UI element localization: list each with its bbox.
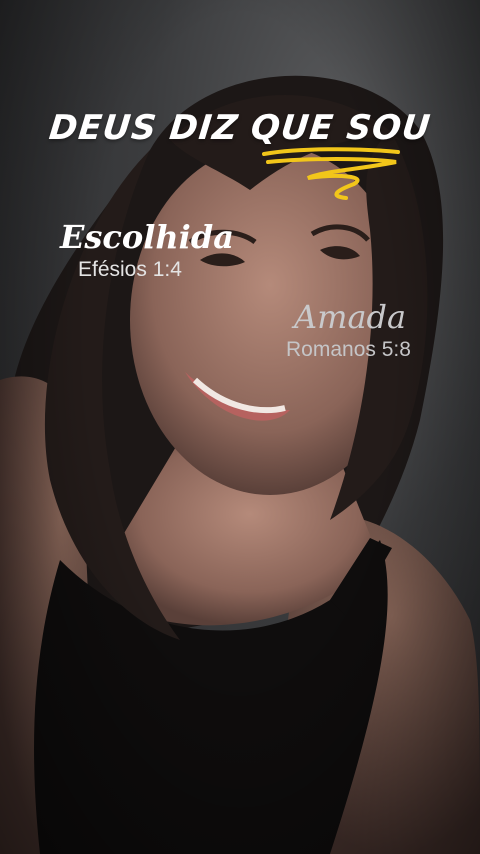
reference-romanos: Romanos 5:8 <box>286 338 411 361</box>
headline-text: DEUS DIZ QUE SOU <box>47 108 433 148</box>
yellow-squiggle-decoration <box>262 147 400 200</box>
reference-efesios: Efésios 1:4 <box>78 258 182 281</box>
story-image: DEUS DIZ QUE SOU Escolhida Efésios 1:4 A… <box>0 0 480 854</box>
label-amada: Amada <box>294 298 407 336</box>
label-escolhida: Escolhida <box>60 218 234 256</box>
